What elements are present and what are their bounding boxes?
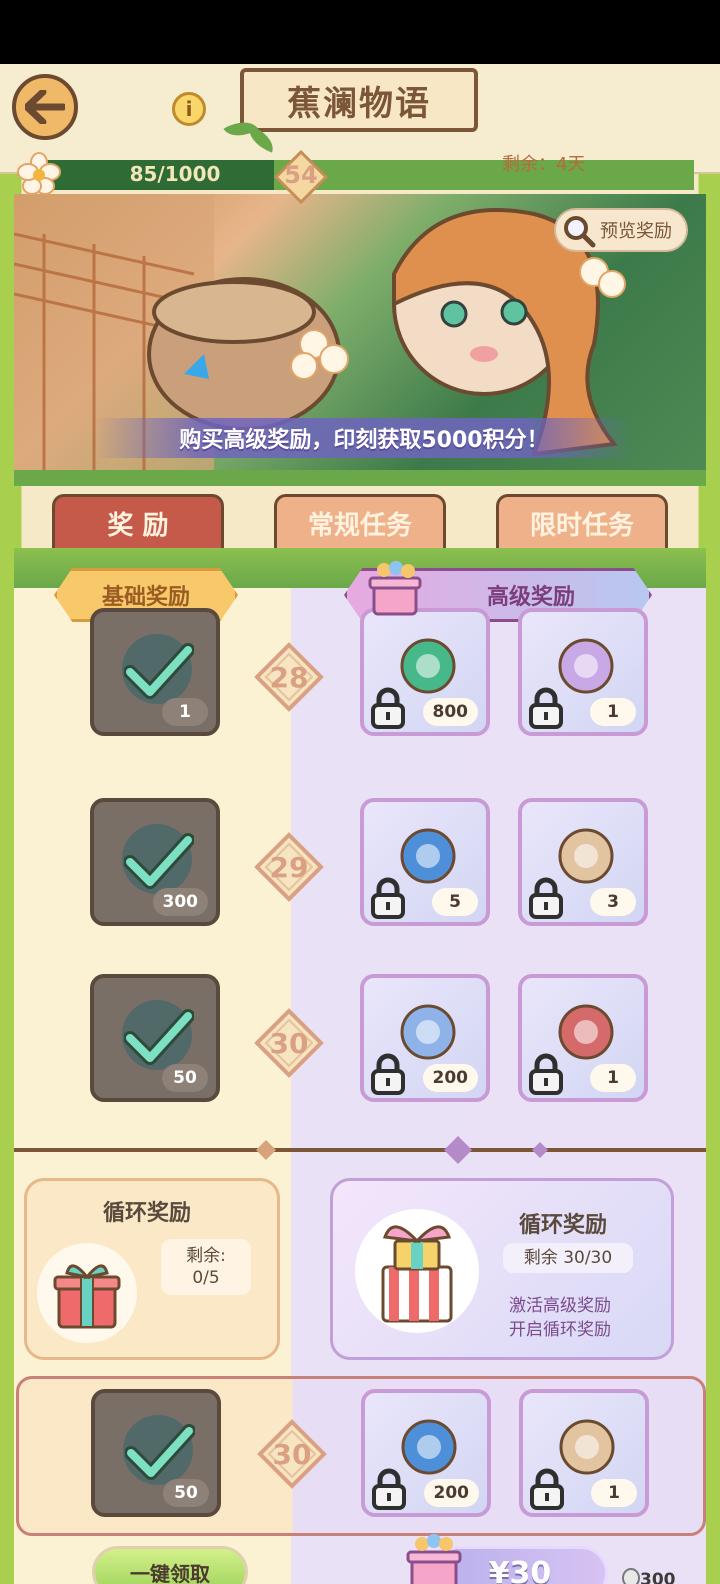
arrow-left-icon: [25, 90, 65, 124]
item-count: 1: [590, 698, 636, 726]
level-number: 29: [269, 850, 309, 884]
banner: 预览奖励 购买高级奖励，印刻获取5000积分！: [14, 194, 706, 470]
gift-box-icon: [368, 561, 422, 616]
tab-rewards[interactable]: 奖 励: [52, 494, 224, 550]
lock-icon: [372, 1468, 406, 1510]
progress-text: 85/1000: [129, 162, 221, 186]
divider-diamond: [444, 1136, 472, 1164]
tab-bar: 奖 励 常规任务 限时任务: [14, 494, 706, 552]
level-number: 28: [269, 660, 309, 694]
claim-all-button[interactable]: 一键领取: [92, 1546, 248, 1584]
checkmark-icon: [124, 833, 194, 889]
tab-rewards-label: 奖 励: [107, 511, 169, 541]
cycle-basic-remain-label: 剩余:: [186, 1246, 226, 1266]
preview-rewards-label: 预览奖励: [600, 221, 672, 242]
item-count: 1: [590, 1064, 636, 1092]
current-level-row: 50 30 200 1: [16, 1376, 706, 1536]
cycle-advanced-desc-2: 开启循环奖励: [509, 1320, 611, 1340]
checkmark-icon: [125, 1424, 195, 1480]
page-title: 蕉澜物语: [240, 68, 478, 132]
flower-icon: [17, 152, 61, 195]
preview-rewards-button[interactable]: 预览奖励: [554, 208, 688, 252]
gift-circle: [37, 1243, 137, 1343]
battle-pass-screen: i 蕉澜物语 85/1000 54 剩余：4天 预览奖励 购买高级奖励，印刻获取…: [0, 64, 720, 1584]
gift-stack-icon: [381, 1225, 453, 1323]
current-level: 54: [284, 161, 318, 189]
info-icon: i: [185, 97, 193, 121]
item-count: 3: [590, 888, 636, 916]
cycle-advanced-remaining: 剩余 30/30: [503, 1243, 633, 1273]
item-count: 50: [162, 1064, 208, 1092]
magnifier-icon: [564, 216, 596, 248]
cycle-advanced-card[interactable]: 循环奖励 剩余 30/30 激活高级奖励 开启循环奖励: [330, 1178, 674, 1360]
item-count: 300: [152, 888, 208, 916]
lock-icon: [371, 877, 405, 919]
tab-limited-tasks-label: 限时任务: [529, 511, 634, 541]
basic-reward-slot[interactable]: 50: [90, 974, 220, 1102]
coin-count: 300: [640, 1570, 676, 1584]
item-count: 800: [422, 698, 478, 726]
buy-price: ¥30: [488, 1555, 552, 1584]
cycle-advanced-desc-1: 激活高级奖励: [509, 1296, 611, 1316]
level-number: 30: [269, 1026, 309, 1060]
tab-limited-tasks[interactable]: 限时任务: [496, 494, 668, 550]
level-badge: 30: [254, 1008, 324, 1078]
item-count: 200: [423, 1479, 479, 1507]
advanced-reward-slot[interactable]: 200: [360, 974, 490, 1102]
divider: [14, 1148, 706, 1152]
advanced-reward-slot[interactable]: 3: [518, 798, 648, 926]
promo-banner: 购买高级奖励，印刻获取5000积分！: [94, 418, 634, 458]
basic-reward-slot[interactable]: 50: [91, 1389, 221, 1517]
coin-icon: [622, 1568, 640, 1584]
claim-all-label: 一键领取: [130, 1561, 210, 1584]
lock-icon: [529, 877, 563, 919]
item-count: 1: [162, 698, 208, 726]
gift-circle: [355, 1209, 479, 1333]
checkmark-icon: [124, 1009, 194, 1065]
tab-regular-tasks[interactable]: 常规任务: [274, 494, 446, 550]
advanced-reward-slot[interactable]: 1: [519, 1389, 649, 1517]
item-count: 200: [422, 1064, 478, 1092]
back-button[interactable]: [12, 74, 78, 140]
advanced-reward-slot[interactable]: 1: [518, 974, 648, 1102]
lock-icon: [530, 1468, 564, 1510]
remaining-time: 剩余：4天: [502, 154, 586, 175]
cycle-basic-remaining: 剩余: 0/5: [161, 1239, 251, 1295]
divider-diamond: [532, 1142, 548, 1158]
basic-rewards-label: 基础奖励: [101, 585, 190, 610]
bottom-bar: 一键领取 ¥30 300: [14, 1534, 706, 1584]
level-badge: 29: [254, 832, 324, 902]
cycle-basic-title: 循环奖励: [103, 1201, 192, 1226]
item-count: 50: [163, 1479, 209, 1507]
checkmark-icon: [124, 643, 194, 699]
level-badge: 30: [257, 1419, 327, 1489]
basic-reward-slot[interactable]: 1: [90, 608, 220, 736]
lock-icon: [371, 687, 405, 729]
rewards-panel: 基础奖励 高级奖励 1 28 800 1 300 29 5 3 50 30 200 1 循环奖励: [14, 548, 706, 1584]
gift-box-icon: [406, 1534, 462, 1584]
item-count: 5: [432, 888, 478, 916]
gift-icon: [53, 1264, 121, 1329]
advanced-reward-slot[interactable]: 5: [360, 798, 490, 926]
advanced-rewards-label: 高级奖励: [486, 585, 575, 610]
advanced-reward-slot[interactable]: 1: [518, 608, 648, 736]
page-title-text: 蕉澜物语: [287, 83, 431, 124]
tab-regular-tasks-label: 常规任务: [307, 511, 412, 541]
lock-icon: [371, 1053, 405, 1095]
lock-icon: [529, 1053, 563, 1095]
level-badge: 28: [254, 642, 324, 712]
advanced-reward-slot[interactable]: 800: [360, 608, 490, 736]
divider-diamond: [256, 1140, 276, 1160]
info-button[interactable]: i: [172, 92, 206, 126]
cycle-advanced-title: 循环奖励: [519, 1213, 608, 1238]
lock-icon: [529, 687, 563, 729]
cycle-basic-card[interactable]: 循环奖励 剩余: 0/5: [24, 1178, 280, 1360]
item-count: 1: [591, 1479, 637, 1507]
cycle-basic-remain-value: 0/5: [192, 1268, 220, 1288]
advanced-reward-slot[interactable]: 200: [361, 1389, 491, 1517]
promo-text: 购买高级奖励，印刻获取5000积分！: [179, 428, 549, 453]
basic-reward-slot[interactable]: 300: [90, 798, 220, 926]
level-number: 30: [272, 1437, 312, 1471]
green-band: [14, 470, 706, 486]
